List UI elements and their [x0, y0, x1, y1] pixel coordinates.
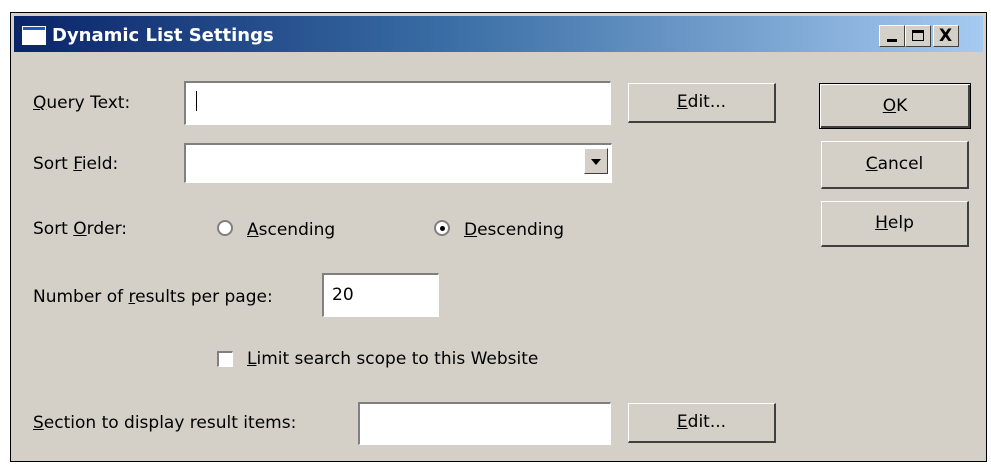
- limit-scope-checkbox[interactable]: [217, 351, 233, 367]
- section-display-input[interactable]: [358, 402, 611, 445]
- ascending-radio[interactable]: [217, 220, 233, 236]
- sort-order-label: Sort Order:: [33, 219, 128, 239]
- descending-radio[interactable]: [434, 220, 450, 236]
- window-title: Dynamic List Settings: [52, 25, 274, 46]
- text-caret: [196, 91, 197, 111]
- help-button[interactable]: Help: [821, 201, 969, 247]
- limit-scope-label[interactable]: Limit search scope to this Website: [247, 349, 538, 369]
- close-icon: X: [939, 26, 953, 46]
- ascending-label[interactable]: Ascending: [247, 220, 335, 240]
- query-text-input[interactable]: [184, 81, 611, 125]
- ok-button[interactable]: OK: [819, 83, 971, 129]
- maximize-icon: [912, 30, 924, 41]
- sort-field-dropdown[interactable]: [184, 143, 612, 183]
- minimize-icon: [887, 39, 897, 42]
- dropdown-arrow-button[interactable]: [584, 148, 608, 174]
- maximize-button[interactable]: [905, 25, 931, 47]
- query-edit-button[interactable]: Edit...: [628, 83, 776, 123]
- section-edit-button[interactable]: Edit...: [628, 403, 776, 443]
- minimize-button[interactable]: [879, 25, 905, 47]
- descending-label[interactable]: Descending: [464, 220, 564, 240]
- radio-selected-dot: [440, 226, 445, 231]
- cancel-button[interactable]: Cancel: [821, 141, 969, 189]
- title-bar[interactable]: Dynamic List Settings X: [14, 16, 983, 52]
- results-per-page-input[interactable]: 20: [322, 273, 439, 317]
- results-per-page-value: 20: [332, 285, 354, 305]
- dialog-window: Dynamic List Settings X Query Text: Edit…: [10, 12, 987, 462]
- chevron-down-icon: [591, 159, 601, 165]
- section-display-label: Section to display result items:: [33, 413, 297, 433]
- sort-field-label: Sort Field:: [33, 154, 119, 174]
- results-per-page-label: Number of results per page:: [33, 287, 273, 307]
- close-button[interactable]: X: [933, 25, 959, 47]
- window-icon: [22, 26, 46, 45]
- query-text-label: Query Text:: [33, 93, 131, 113]
